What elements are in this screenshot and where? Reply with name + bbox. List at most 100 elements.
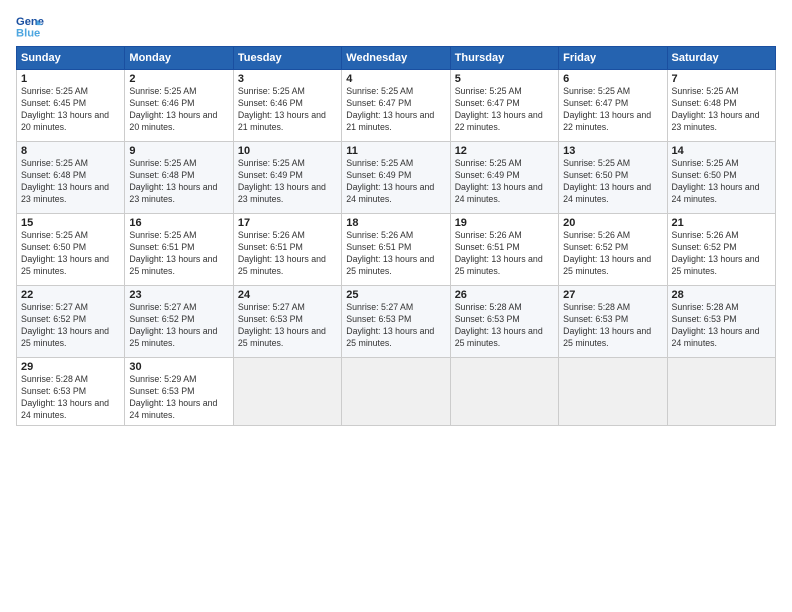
day-info: Sunrise: 5:25 AMSunset: 6:50 PMDaylight:… <box>21 230 120 278</box>
day-number: 15 <box>21 217 120 229</box>
day-number: 14 <box>672 145 771 157</box>
day-number: 24 <box>238 289 337 301</box>
day-number: 17 <box>238 217 337 229</box>
day-info: Sunrise: 5:26 AMSunset: 6:51 PMDaylight:… <box>346 230 445 278</box>
day-info: Sunrise: 5:25 AMSunset: 6:47 PMDaylight:… <box>455 86 554 134</box>
calendar-cell: 1 Sunrise: 5:25 AMSunset: 6:45 PMDayligh… <box>17 70 125 142</box>
calendar-week-row: 22 Sunrise: 5:27 AMSunset: 6:52 PMDaylig… <box>17 286 776 358</box>
day-number: 9 <box>129 145 228 157</box>
calendar-cell: 29 Sunrise: 5:28 AMSunset: 6:53 PMDaylig… <box>17 358 125 426</box>
day-number: 27 <box>563 289 662 301</box>
calendar-cell: 9 Sunrise: 5:25 AMSunset: 6:48 PMDayligh… <box>125 142 233 214</box>
day-info: Sunrise: 5:27 AMSunset: 6:53 PMDaylight:… <box>346 302 445 350</box>
calendar-cell: 5 Sunrise: 5:25 AMSunset: 6:47 PMDayligh… <box>450 70 558 142</box>
calendar-cell: 12 Sunrise: 5:25 AMSunset: 6:49 PMDaylig… <box>450 142 558 214</box>
day-number: 4 <box>346 73 445 85</box>
day-info: Sunrise: 5:25 AMSunset: 6:49 PMDaylight:… <box>238 158 337 206</box>
day-number: 10 <box>238 145 337 157</box>
day-info: Sunrise: 5:28 AMSunset: 6:53 PMDaylight:… <box>455 302 554 350</box>
day-info: Sunrise: 5:25 AMSunset: 6:48 PMDaylight:… <box>129 158 228 206</box>
calendar-cell: 17 Sunrise: 5:26 AMSunset: 6:51 PMDaylig… <box>233 214 341 286</box>
calendar-header-row: SundayMondayTuesdayWednesdayThursdayFrid… <box>17 47 776 70</box>
calendar-cell: 28 Sunrise: 5:28 AMSunset: 6:53 PMDaylig… <box>667 286 775 358</box>
day-number: 1 <box>21 73 120 85</box>
calendar-body: 1 Sunrise: 5:25 AMSunset: 6:45 PMDayligh… <box>17 70 776 426</box>
calendar-table: SundayMondayTuesdayWednesdayThursdayFrid… <box>16 46 776 426</box>
calendar-cell <box>667 358 775 426</box>
day-info: Sunrise: 5:28 AMSunset: 6:53 PMDaylight:… <box>672 302 771 350</box>
day-number: 22 <box>21 289 120 301</box>
day-header-saturday: Saturday <box>667 47 775 70</box>
calendar-cell: 18 Sunrise: 5:26 AMSunset: 6:51 PMDaylig… <box>342 214 450 286</box>
calendar-cell <box>342 358 450 426</box>
day-header-sunday: Sunday <box>17 47 125 70</box>
day-info: Sunrise: 5:25 AMSunset: 6:51 PMDaylight:… <box>129 230 228 278</box>
day-number: 28 <box>672 289 771 301</box>
calendar-cell: 26 Sunrise: 5:28 AMSunset: 6:53 PMDaylig… <box>450 286 558 358</box>
day-number: 20 <box>563 217 662 229</box>
calendar-week-row: 8 Sunrise: 5:25 AMSunset: 6:48 PMDayligh… <box>17 142 776 214</box>
day-number: 5 <box>455 73 554 85</box>
calendar-cell: 19 Sunrise: 5:26 AMSunset: 6:51 PMDaylig… <box>450 214 558 286</box>
header: General Blue <box>16 12 776 40</box>
svg-text:General: General <box>16 16 44 28</box>
day-number: 2 <box>129 73 228 85</box>
calendar-cell: 30 Sunrise: 5:29 AMSunset: 6:53 PMDaylig… <box>125 358 233 426</box>
calendar-cell: 4 Sunrise: 5:25 AMSunset: 6:47 PMDayligh… <box>342 70 450 142</box>
calendar-week-row: 15 Sunrise: 5:25 AMSunset: 6:50 PMDaylig… <box>17 214 776 286</box>
day-number: 3 <box>238 73 337 85</box>
svg-text:Blue: Blue <box>16 27 40 39</box>
day-number: 7 <box>672 73 771 85</box>
day-header-tuesday: Tuesday <box>233 47 341 70</box>
day-number: 13 <box>563 145 662 157</box>
calendar-cell <box>450 358 558 426</box>
calendar-cell: 3 Sunrise: 5:25 AMSunset: 6:46 PMDayligh… <box>233 70 341 142</box>
logo: General Blue <box>16 12 44 40</box>
calendar-cell: 8 Sunrise: 5:25 AMSunset: 6:48 PMDayligh… <box>17 142 125 214</box>
day-header-friday: Friday <box>559 47 667 70</box>
day-number: 6 <box>563 73 662 85</box>
calendar-cell: 20 Sunrise: 5:26 AMSunset: 6:52 PMDaylig… <box>559 214 667 286</box>
calendar-cell: 21 Sunrise: 5:26 AMSunset: 6:52 PMDaylig… <box>667 214 775 286</box>
calendar-cell: 15 Sunrise: 5:25 AMSunset: 6:50 PMDaylig… <box>17 214 125 286</box>
calendar-cell: 23 Sunrise: 5:27 AMSunset: 6:52 PMDaylig… <box>125 286 233 358</box>
day-info: Sunrise: 5:29 AMSunset: 6:53 PMDaylight:… <box>129 374 228 422</box>
calendar-cell: 13 Sunrise: 5:25 AMSunset: 6:50 PMDaylig… <box>559 142 667 214</box>
day-header-monday: Monday <box>125 47 233 70</box>
calendar-cell <box>233 358 341 426</box>
calendar-cell: 14 Sunrise: 5:25 AMSunset: 6:50 PMDaylig… <box>667 142 775 214</box>
day-number: 21 <box>672 217 771 229</box>
day-info: Sunrise: 5:25 AMSunset: 6:46 PMDaylight:… <box>238 86 337 134</box>
calendar-cell: 11 Sunrise: 5:25 AMSunset: 6:49 PMDaylig… <box>342 142 450 214</box>
calendar-week-row: 1 Sunrise: 5:25 AMSunset: 6:45 PMDayligh… <box>17 70 776 142</box>
calendar-cell: 2 Sunrise: 5:25 AMSunset: 6:46 PMDayligh… <box>125 70 233 142</box>
day-number: 19 <box>455 217 554 229</box>
day-info: Sunrise: 5:26 AMSunset: 6:52 PMDaylight:… <box>563 230 662 278</box>
day-number: 18 <box>346 217 445 229</box>
calendar-cell: 10 Sunrise: 5:25 AMSunset: 6:49 PMDaylig… <box>233 142 341 214</box>
day-info: Sunrise: 5:27 AMSunset: 6:52 PMDaylight:… <box>21 302 120 350</box>
calendar-cell: 16 Sunrise: 5:25 AMSunset: 6:51 PMDaylig… <box>125 214 233 286</box>
day-info: Sunrise: 5:25 AMSunset: 6:46 PMDaylight:… <box>129 86 228 134</box>
calendar-cell: 25 Sunrise: 5:27 AMSunset: 6:53 PMDaylig… <box>342 286 450 358</box>
day-info: Sunrise: 5:28 AMSunset: 6:53 PMDaylight:… <box>21 374 120 422</box>
day-number: 16 <box>129 217 228 229</box>
calendar-cell: 27 Sunrise: 5:28 AMSunset: 6:53 PMDaylig… <box>559 286 667 358</box>
day-info: Sunrise: 5:26 AMSunset: 6:51 PMDaylight:… <box>455 230 554 278</box>
day-number: 11 <box>346 145 445 157</box>
day-info: Sunrise: 5:25 AMSunset: 6:48 PMDaylight:… <box>672 86 771 134</box>
day-number: 23 <box>129 289 228 301</box>
day-info: Sunrise: 5:25 AMSunset: 6:49 PMDaylight:… <box>346 158 445 206</box>
page: General Blue SundayMondayTuesdayWednesda… <box>0 0 792 612</box>
day-number: 25 <box>346 289 445 301</box>
day-info: Sunrise: 5:26 AMSunset: 6:52 PMDaylight:… <box>672 230 771 278</box>
day-info: Sunrise: 5:25 AMSunset: 6:45 PMDaylight:… <box>21 86 120 134</box>
day-info: Sunrise: 5:27 AMSunset: 6:52 PMDaylight:… <box>129 302 228 350</box>
day-number: 29 <box>21 361 120 373</box>
logo-icon: General Blue <box>16 12 44 40</box>
calendar-cell: 6 Sunrise: 5:25 AMSunset: 6:47 PMDayligh… <box>559 70 667 142</box>
day-header-wednesday: Wednesday <box>342 47 450 70</box>
day-info: Sunrise: 5:25 AMSunset: 6:47 PMDaylight:… <box>346 86 445 134</box>
day-number: 26 <box>455 289 554 301</box>
day-info: Sunrise: 5:25 AMSunset: 6:48 PMDaylight:… <box>21 158 120 206</box>
